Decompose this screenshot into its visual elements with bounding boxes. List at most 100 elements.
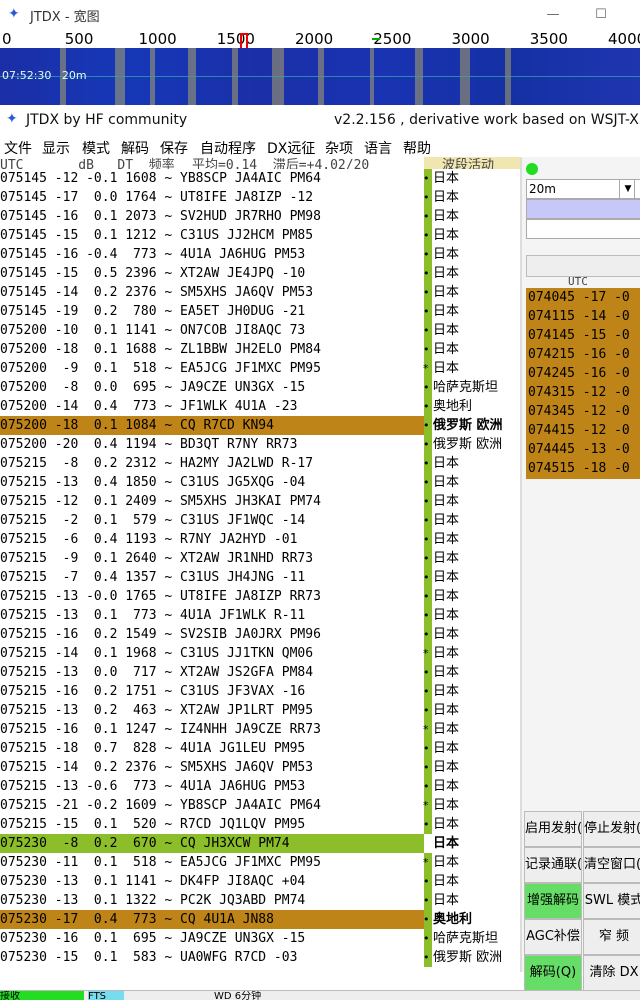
- decode-message[interactable]: 075145 -16 0.1 2073 ~ SV2HUD JR7RHO PM98: [0, 207, 321, 226]
- decode-message[interactable]: 075200 -20 0.4 1194 ~ BD3QT R7NY RR73: [0, 435, 297, 454]
- rx-log-row[interactable]: 074245 -16 -0: [526, 364, 640, 383]
- decode-row[interactable]: 075145 -14 0.2 2376 ~ SM5XHS JA6QV PM53 •…: [0, 283, 520, 302]
- menu-item[interactable]: 模式: [82, 138, 110, 158]
- decode-message[interactable]: 075145 -15 0.1 1212 ~ C31US JJ2HCM PM85: [0, 226, 313, 245]
- decode-row[interactable]: 075230 -11 0.1 518 ~ EA5JCG JF1MXC PM95 *…: [0, 853, 520, 872]
- decode-row[interactable]: 075215 -13 0.0 717 ~ XT2AW JS2GFA PM84 • 日…: [0, 663, 520, 682]
- rx-log-row[interactable]: 074115 -14 -0: [526, 307, 640, 326]
- log-qso-button[interactable]: 记录通联(L: [524, 847, 582, 883]
- lookup-button[interactable]: [526, 255, 640, 277]
- maximize-icon[interactable]: ☐: [586, 4, 616, 26]
- decode-row[interactable]: 075145 -15 0.1 1212 ~ C31US JJ2HCM PM85 •…: [0, 226, 520, 245]
- rx-log-row[interactable]: 074345 -12 -0: [526, 402, 640, 421]
- rx-frequency-log[interactable]: 074045 -17 -0 074115 -14 -0 074145 -15 -0 0…: [526, 288, 640, 479]
- band-aux-field[interactable]: [634, 179, 640, 199]
- decode-row[interactable]: 075230 -8 0.2 670 ~ CQ JH3XCW PM74 日本: [0, 834, 520, 853]
- menu-item[interactable]: DX远征: [267, 138, 315, 158]
- decode-message[interactable]: 075215 -9 0.1 2640 ~ XT2AW JR1NHD RR73: [0, 549, 313, 568]
- menu-item[interactable]: 解码: [121, 138, 149, 158]
- menu-item[interactable]: 语言: [364, 138, 392, 158]
- dx-call-field[interactable]: [526, 199, 640, 219]
- decode-message[interactable]: 075230 -16 0.1 695 ~ JA9CZE UN3GX -15: [0, 929, 305, 948]
- decode-row[interactable]: 075215 -7 0.4 1357 ~ C31US JH4JNG -11 • 日本: [0, 568, 520, 587]
- decode-message[interactable]: 075215 -16 0.2 1751 ~ C31US JF3VAX -16: [0, 682, 305, 701]
- minimize-icon[interactable]: —: [538, 4, 568, 26]
- decode-row[interactable]: 075215 -16 0.2 1751 ~ C31US JF3VAX -16 • 日…: [0, 682, 520, 701]
- decode-message[interactable]: 075215 -21 -0.2 1609 ~ YB8SCP JA4AIC PM6…: [0, 796, 321, 815]
- enhanced-decode-button[interactable]: 增强解码: [524, 883, 582, 919]
- stop-tx-button[interactable]: 停止发射(H: [583, 811, 640, 847]
- decode-message[interactable]: 075215 -14 0.1 1968 ~ C31US JJ1TKN QM06: [0, 644, 313, 663]
- enable-tx-button[interactable]: 启用发射(F: [524, 811, 582, 847]
- decode-message[interactable]: 075215 -18 0.7 828 ~ 4U1A JG1LEU PM95: [0, 739, 305, 758]
- decode-row[interactable]: 075215 -9 0.1 2640 ~ XT2AW JR1NHD RR73 • 日…: [0, 549, 520, 568]
- decode-row[interactable]: 075200 -18 0.1 1688 ~ ZL1BBW JH2ELO PM84…: [0, 340, 520, 359]
- decode-message[interactable]: 075215 -16 0.2 1549 ~ SV2SIB JA0JRX PM96: [0, 625, 321, 644]
- decode-row[interactable]: 075215 -13 0.1 773 ~ 4U1A JF1WLK R-11 • 日本: [0, 606, 520, 625]
- waterfall-spectrum[interactable]: 07:52:30 20m: [0, 48, 640, 105]
- decode-message[interactable]: 075215 -14 0.2 2376 ~ SM5XHS JA6QV PM53: [0, 758, 313, 777]
- decode-message[interactable]: 075200 -10 0.1 1141 ~ ON7COB JI8AQC 73: [0, 321, 305, 340]
- decode-row[interactable]: 075200 -8 0.0 695 ~ JA9CZE UN3GX -15 • 哈萨克…: [0, 378, 520, 397]
- rx-log-row[interactable]: 074145 -15 -0: [526, 326, 640, 345]
- decode-row[interactable]: 075215 -16 0.1 1247 ~ IZ4NHH JA9CZE RR73…: [0, 720, 520, 739]
- decode-row[interactable]: 075215 -6 0.4 1193 ~ R7NY JA2HYD -01 • 日本: [0, 530, 520, 549]
- agc-compensation-button[interactable]: AGC补偿: [524, 919, 582, 955]
- decode-row[interactable]: 075200 -9 0.1 518 ~ EA5JCG JF1MXC PM95 * 日…: [0, 359, 520, 378]
- decode-message[interactable]: 075215 -13 -0.0 1765 ~ UT8IFE JA8IZP RR7…: [0, 587, 321, 606]
- decode-message[interactable]: 075145 -14 0.2 2376 ~ SM5XHS JA6QV PM53: [0, 283, 313, 302]
- decode-row[interactable]: 075230 -17 0.4 773 ~ CQ 4U1A JN88 • 奥地利: [0, 910, 520, 929]
- decode-row[interactable]: 075215 -16 0.2 1549 ~ SV2SIB JA0JRX PM96…: [0, 625, 520, 644]
- rx-frequency-marker[interactable]: [372, 38, 380, 46]
- rx-log-row[interactable]: 074515 -18 -0: [526, 459, 640, 478]
- decode-row[interactable]: 075145 -16 0.1 2073 ~ SV2HUD JR7RHO PM98…: [0, 207, 520, 226]
- decode-row[interactable]: 075215 -13 -0.6 773 ~ 4U1A JA6HUG PM53 • 日…: [0, 777, 520, 796]
- decode-message[interactable]: 075230 -11 0.1 518 ~ EA5JCG JF1MXC PM95: [0, 853, 321, 872]
- decode-row[interactable]: 075200 -20 0.4 1194 ~ BD3QT R7NY RR73 • 俄罗…: [0, 435, 520, 454]
- decode-message[interactable]: 075215 -15 0.1 520 ~ R7CD JQ1LQV PM95: [0, 815, 305, 834]
- decode-row[interactable]: 075145 -16 -0.4 773 ~ 4U1A JA6HUG PM53 • 日…: [0, 245, 520, 264]
- rx-log-row[interactable]: 074445 -13 -0: [526, 440, 640, 459]
- decode-message[interactable]: 075200 -8 0.0 695 ~ JA9CZE UN3GX -15: [0, 378, 305, 397]
- decode-row[interactable]: 075215 -15 0.1 520 ~ R7CD JQ1LQV PM95 • 日本: [0, 815, 520, 834]
- tx-frequency-marker[interactable]: [240, 33, 248, 49]
- decode-message[interactable]: 075230 -13 0.1 1141 ~ DK4FP JI8AQC +04: [0, 872, 305, 891]
- decode-row[interactable]: 075215 -8 0.2 2312 ~ HA2MY JA2LWD R-17 • 日…: [0, 454, 520, 473]
- decode-message[interactable]: 075145 -16 -0.4 773 ~ 4U1A JA6HUG PM53: [0, 245, 305, 264]
- clear-dx-button[interactable]: 清除 DX: [583, 955, 640, 991]
- decode-row[interactable]: 075215 -18 0.7 828 ~ 4U1A JG1LEU PM95 • 日本: [0, 739, 520, 758]
- decode-message[interactable]: 075145 -15 0.5 2396 ~ XT2AW JE4JPQ -10: [0, 264, 305, 283]
- decode-row[interactable]: 075230 -15 0.1 583 ~ UA0WFG R7CD -03 • 俄罗斯…: [0, 948, 520, 967]
- menu-item[interactable]: 帮助: [403, 138, 431, 158]
- decode-row[interactable]: 075215 -14 0.1 1968 ~ C31US JJ1TKN QM06 *…: [0, 644, 520, 663]
- decode-message[interactable]: 075200 -18 0.1 1084 ~ CQ R7CD KN94: [0, 416, 424, 435]
- decode-row[interactable]: 075200 -10 0.1 1141 ~ ON7COB JI8AQC 73 • 日…: [0, 321, 520, 340]
- decode-message[interactable]: 075145 -12 -0.1 1608 ~ YB8SCP JA4AIC PM6…: [0, 169, 321, 188]
- decode-message[interactable]: 075230 -8 0.2 670 ~ CQ JH3XCW PM74: [0, 834, 424, 853]
- clear-window-button[interactable]: 清空窗口(E: [583, 847, 640, 883]
- decode-row[interactable]: 075215 -13 0.2 463 ~ XT2AW JP1LRT PM95 • 日…: [0, 701, 520, 720]
- decode-button[interactable]: 解码(Q): [524, 955, 582, 991]
- decode-message[interactable]: 075215 -2 0.1 579 ~ C31US JF1WQC -14: [0, 511, 305, 530]
- decode-message[interactable]: 075145 -17 0.0 1764 ~ UT8IFE JA8IZP -12: [0, 188, 313, 207]
- decode-row[interactable]: 075215 -14 0.2 2376 ~ SM5XHS JA6QV PM53 •…: [0, 758, 520, 777]
- wide-graph-waterfall[interactable]: 05001000150020002500300035004000 07:52:3…: [0, 30, 640, 105]
- decode-row[interactable]: 075145 -19 0.2 780 ~ EA5ET JH0DUG -21 • 日本: [0, 302, 520, 321]
- decode-message[interactable]: 075215 -6 0.4 1193 ~ R7NY JA2HYD -01: [0, 530, 297, 549]
- decode-row[interactable]: 075200 -18 0.1 1084 ~ CQ R7CD KN94 • 俄罗斯 欧…: [0, 416, 520, 435]
- decode-message[interactable]: 075230 -13 0.1 1322 ~ PC2K JQ3ABD PM74: [0, 891, 305, 910]
- decode-message[interactable]: 075215 -13 -0.6 773 ~ 4U1A JA6HUG PM53: [0, 777, 305, 796]
- band-select[interactable]: 20m ▼: [526, 179, 636, 199]
- decode-row[interactable]: 075215 -13 0.4 1850 ~ C31US JG5XQG -04 • 日…: [0, 473, 520, 492]
- decode-row[interactable]: 075145 -17 0.0 1764 ~ UT8IFE JA8IZP -12 •…: [0, 188, 520, 207]
- decode-message[interactable]: 075215 -12 0.1 2409 ~ SM5XHS JH3KAI PM74: [0, 492, 321, 511]
- menu-item[interactable]: 保存: [160, 138, 188, 158]
- swl-mode-button[interactable]: SWL 模式: [583, 883, 640, 919]
- decode-message[interactable]: 075230 -17 0.4 773 ~ CQ 4U1A JN88: [0, 910, 424, 929]
- rx-log-row[interactable]: 074045 -17 -0: [526, 288, 640, 307]
- decode-row[interactable]: 075200 -14 0.4 773 ~ JF1WLK 4U1A -23 • 奥地利: [0, 397, 520, 416]
- decode-row[interactable]: 075230 -16 0.1 695 ~ JA9CZE UN3GX -15 • 哈萨…: [0, 929, 520, 948]
- decode-message[interactable]: 075215 -13 0.1 773 ~ 4U1A JF1WLK R-11: [0, 606, 305, 625]
- decode-row[interactable]: 075215 -12 0.1 2409 ~ SM5XHS JH3KAI PM74…: [0, 492, 520, 511]
- rx-log-row[interactable]: 074315 -12 -0: [526, 383, 640, 402]
